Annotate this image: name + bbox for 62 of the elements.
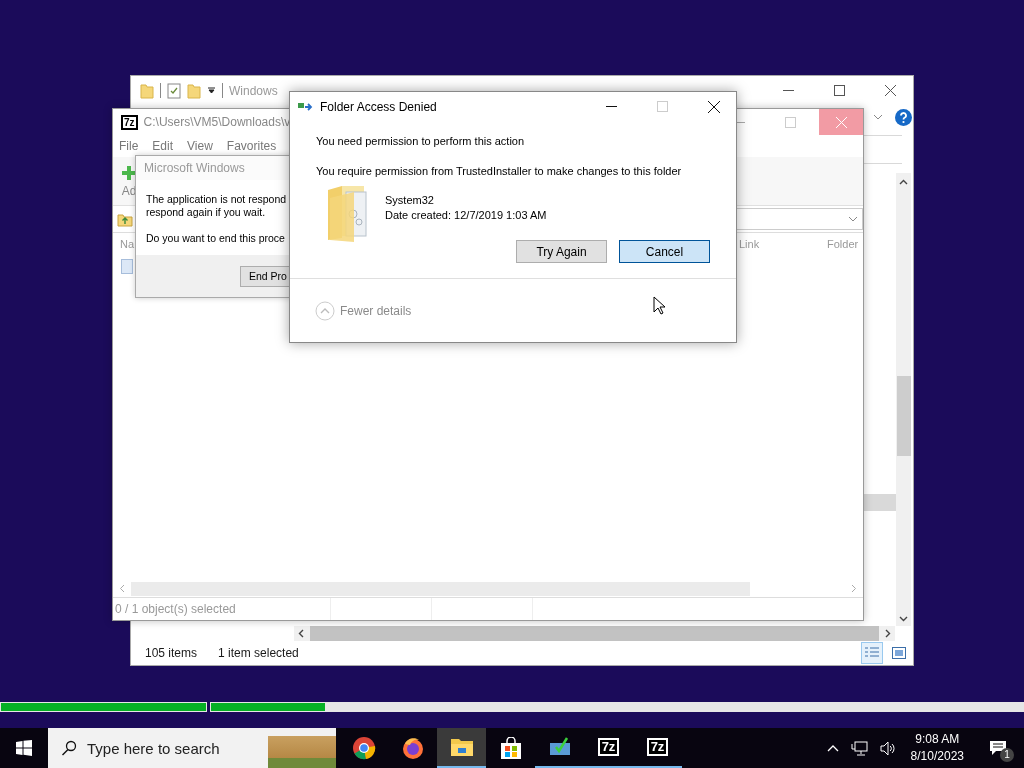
menu-item[interactable]: File <box>119 139 139 153</box>
close-icon <box>707 100 720 113</box>
up-folder-icon[interactable] <box>117 211 133 227</box>
chevron-left-icon[interactable] <box>298 629 304 638</box>
list-icon <box>864 646 880 660</box>
close-icon <box>835 116 847 128</box>
fox-logo-icon <box>400 736 425 760</box>
maximize-icon <box>657 101 668 112</box>
close-icon <box>885 85 896 96</box>
search-icon <box>61 740 77 756</box>
maximize-icon <box>834 85 845 96</box>
app-logo: 7z <box>121 114 138 130</box>
taskbar-app-button[interactable]: 7z <box>633 728 682 768</box>
checklist-icon[interactable] <box>167 82 181 99</box>
plus-icon <box>121 164 137 181</box>
chevron-up-icon[interactable] <box>899 179 908 185</box>
chevron-right-icon[interactable] <box>885 629 891 638</box>
scroll-thumb[interactable] <box>896 376 911 456</box>
item-count: 105 items <box>145 646 198 660</box>
maximize-icon <box>785 116 796 128</box>
windows-logo-icon <box>16 740 32 756</box>
file-icon <box>121 259 133 274</box>
chevron-down-icon <box>848 216 858 222</box>
fewer-details-button[interactable]: Fewer details <box>315 300 412 321</box>
dialog-heading: You need permission to perform this action <box>316 134 526 148</box>
vertical-scrollbar[interactable] <box>896 173 911 626</box>
notification-button[interactable]: 1 <box>978 728 1018 768</box>
window-title: C:\Users\VM5\Downloads\v <box>143 115 291 129</box>
dialog-message: The application is not respond respond again if you wait. <box>146 193 288 219</box>
dialog-title: Folder Access Denied <box>320 99 437 114</box>
folder-name: System32 <box>385 193 435 208</box>
notification-badge: 1 <box>1000 748 1014 762</box>
clock-time[interactable]: 9:08 AM <box>915 731 960 748</box>
caret-icon[interactable] <box>207 86 216 95</box>
menu-item[interactable]: Favorites <box>226 139 277 153</box>
selection-count: 1 item selected <box>218 646 299 660</box>
selection-status: 0 / 1 object(s) selected <box>114 602 237 616</box>
network-icon[interactable] <box>850 740 868 756</box>
dialog-button[interactable]: Try Again <box>516 240 607 263</box>
speaker-icon[interactable] <box>879 740 897 756</box>
dialog-question: Do you want to end this proce <box>146 232 286 245</box>
date-created: Date created: 12/7/2019 1:03 AM <box>385 208 547 223</box>
shopping-bag-icon <box>499 737 522 759</box>
taskbar-app-button[interactable]: 7z <box>584 728 633 768</box>
folder-icon <box>449 737 474 757</box>
help-icon[interactable] <box>895 108 912 126</box>
search-field[interactable]: Type here to search <box>77 736 262 760</box>
search-box[interactable]: Type here to search <box>48 728 336 768</box>
menu-item[interactable]: View <box>187 139 213 153</box>
picture-icon <box>892 647 906 659</box>
chevron-up-circle-icon <box>315 300 335 321</box>
monitor-check-icon <box>547 737 572 757</box>
menu-item[interactable]: Edit <box>152 139 174 153</box>
scroll-thumb[interactable] <box>131 581 750 596</box>
folder-move-icon <box>298 101 314 112</box>
clock-date[interactable]: 8/10/2023 <box>910 748 964 765</box>
circle-logo-icon <box>351 736 376 760</box>
taskbar-app-button[interactable] <box>437 728 486 768</box>
dialog-button[interactable]: Cancel <box>619 240 710 263</box>
mouse-pointer-icon <box>653 296 665 315</box>
chevron-down-icon[interactable] <box>899 616 908 622</box>
window-title: Windows <box>229 83 278 98</box>
